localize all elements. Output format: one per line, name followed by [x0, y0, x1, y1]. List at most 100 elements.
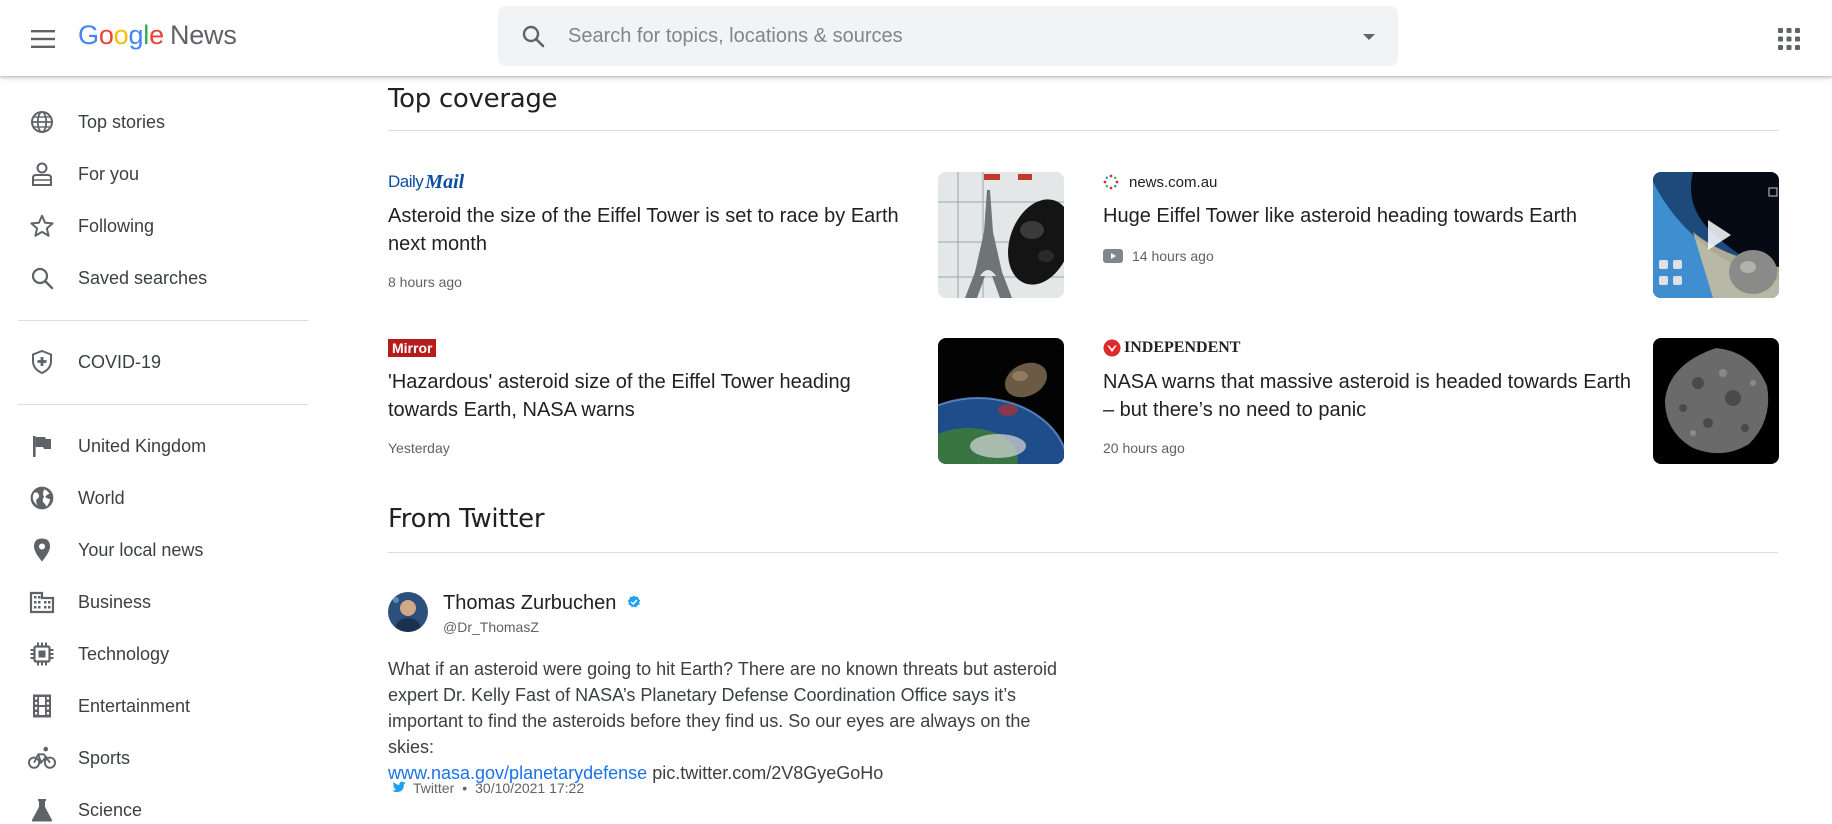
article-meta: 14 hours ago [1103, 248, 1214, 264]
article-headline[interactable]: Huge Eiffel Tower like asteroid heading … [1103, 202, 1633, 230]
search-bar[interactable] [498, 6, 1398, 66]
search-icon [28, 264, 56, 292]
sidebar-item-saved-searches[interactable]: Saved searches [0, 252, 310, 304]
sidebar-item-label: COVID-19 [78, 351, 162, 372]
article-card[interactable]: news.com.au Huge Eiffel Tower like aster… [1103, 172, 1783, 298]
independent-eagle-icon [1103, 339, 1121, 357]
source-logo-text: Mirror [388, 339, 437, 357]
logo-letter: g [128, 20, 144, 50]
globe-icon [28, 108, 56, 136]
tweet-meta: Twitter • 30/10/2021 17:22 [388, 780, 584, 796]
sidebar-item-business[interactable]: Business [0, 576, 310, 628]
search-icon[interactable] [518, 21, 548, 51]
tweet-author-name[interactable]: Thomas Zurbuchen [443, 592, 641, 615]
article-card[interactable]: INDEPENDENT NASA warns that massive aste… [1103, 338, 1783, 464]
tweet-text-line: What if an asteroid were going to hit Ea… [388, 659, 1058, 679]
location-pin-icon [28, 536, 56, 564]
article-time: 14 hours ago [1132, 248, 1214, 264]
logo-letter: e [149, 20, 164, 50]
source-logo-daily-mail[interactable]: Daily Mail [388, 170, 465, 193]
world-icon [28, 484, 56, 512]
sidebar-item-sports[interactable]: Sports [0, 732, 310, 784]
source-logo-news-com-au[interactable]: news.com.au [1103, 172, 1217, 192]
sidebar-item-label: Your local news [78, 539, 204, 560]
flask-icon [28, 796, 56, 824]
search-input[interactable] [568, 24, 1328, 48]
tweet-text: What if an asteroid were going to hit Ea… [388, 656, 1068, 786]
asteroid-video-thumbnail[interactable] [1653, 172, 1779, 298]
sidebar-item-united-kingdom[interactable]: United Kingdom [0, 420, 310, 472]
tweet-platform: Twitter [413, 780, 455, 796]
source-logo-text: Mail [425, 170, 465, 193]
tweet-author-text: Thomas Zurbuchen [443, 592, 617, 614]
google-news-logo[interactable]: Google News [78, 20, 237, 51]
flag-icon [28, 432, 56, 460]
sidebar-item-label: World [78, 487, 125, 508]
verified-badge-icon [627, 595, 641, 608]
logo-letter: o [98, 20, 114, 50]
sidebar-item-label: Following [78, 215, 155, 236]
article-card[interactable]: Daily Mail Asteroid the size of the Eiffe… [388, 170, 1068, 298]
sidebar-item-label: For you [78, 163, 140, 184]
article-card[interactable]: Mirror 'Hazardous' asteroid size of the … [388, 338, 1068, 464]
asteroid-earth-image[interactable] [938, 338, 1064, 464]
person-icon [28, 160, 56, 188]
app-header: Google News [0, 0, 1832, 76]
section-divider [388, 552, 1778, 553]
sidebar-item-label: Technology [78, 643, 170, 664]
avatar[interactable] [388, 592, 428, 632]
film-icon [28, 692, 56, 720]
source-logo-text: Daily [388, 172, 424, 191]
sidebar-item-world[interactable]: World [0, 472, 310, 524]
sidebar-item-following[interactable]: Following [0, 200, 310, 252]
chip-icon [28, 640, 56, 668]
source-logo-text: INDEPENDENT [1124, 339, 1241, 356]
source-logo-mirror[interactable]: Mirror [388, 338, 437, 358]
tweet-pic-link[interactable]: pic.twitter.com/2V8GyeGoHo [652, 763, 883, 783]
article-time: 8 hours ago [388, 274, 462, 290]
source-logo-independent[interactable]: INDEPENDENT [1103, 338, 1240, 358]
eiffel-tower-asteroid-image[interactable] [938, 172, 1064, 298]
caret-down-icon[interactable] [1362, 30, 1376, 42]
article-time: Yesterday [388, 440, 450, 456]
tweet-text-line: important to find the asteroids before t… [388, 711, 1031, 757]
sidebar-item-label: United Kingdom [78, 435, 207, 456]
video-icon [1103, 249, 1123, 263]
tweet-handle[interactable]: @Dr_ThomasZ [443, 619, 539, 635]
article-headline[interactable]: 'Hazardous' asteroid size of the Eiffel … [388, 368, 918, 424]
source-dot-icon [1103, 174, 1119, 190]
sidebar-item-top-stories[interactable]: Top stories [0, 96, 310, 148]
sidebar-divider [18, 320, 308, 321]
sidebar-nav: Top stories For you Following Saved sear… [0, 76, 310, 824]
logo-letter: o [113, 20, 129, 50]
sidebar-item-covid-19[interactable]: COVID-19 [0, 336, 310, 388]
sidebar-item-technology[interactable]: Technology [0, 628, 310, 680]
asteroid-bennu-image[interactable] [1653, 338, 1779, 464]
tweet-datetime: 30/10/2021 17:22 [475, 780, 585, 796]
hamburger-menu-icon[interactable] [26, 22, 60, 56]
sidebar-item-your-local-news[interactable]: Your local news [0, 524, 310, 576]
star-icon [28, 212, 56, 240]
sidebar-item-science[interactable]: Science [0, 784, 310, 824]
section-title-from-twitter: From Twitter [388, 504, 545, 534]
logo-letter: G [78, 20, 99, 50]
bicycle-icon [28, 744, 56, 772]
source-name: news.com.au [1129, 173, 1218, 191]
article-headline[interactable]: Asteroid the size of the Eiffel Tower is… [388, 202, 918, 258]
sidebar-item-label: Science [78, 799, 143, 820]
sidebar-item-label: Business [78, 591, 152, 612]
tweet-text-line: expert Dr. Kelly Fast of NASA’s Planetar… [388, 685, 1016, 705]
article-headline[interactable]: NASA warns that massive asteroid is head… [1103, 368, 1633, 424]
sidebar-item-for-you[interactable]: For you [0, 148, 310, 200]
building-icon [28, 588, 56, 616]
sidebar-item-label: Sports [78, 747, 131, 768]
tweet-meta-separator: • [462, 780, 468, 796]
sidebar-item-label: Saved searches [78, 267, 208, 288]
sidebar-item-label: Top stories [78, 111, 166, 132]
apps-grid-icon[interactable] [1772, 22, 1806, 56]
logo-product-name: News [169, 20, 237, 50]
article-time: 20 hours ago [1103, 440, 1185, 456]
shield-icon [28, 348, 56, 376]
sidebar-item-entertainment[interactable]: Entertainment [0, 680, 310, 732]
section-divider [388, 130, 1778, 131]
